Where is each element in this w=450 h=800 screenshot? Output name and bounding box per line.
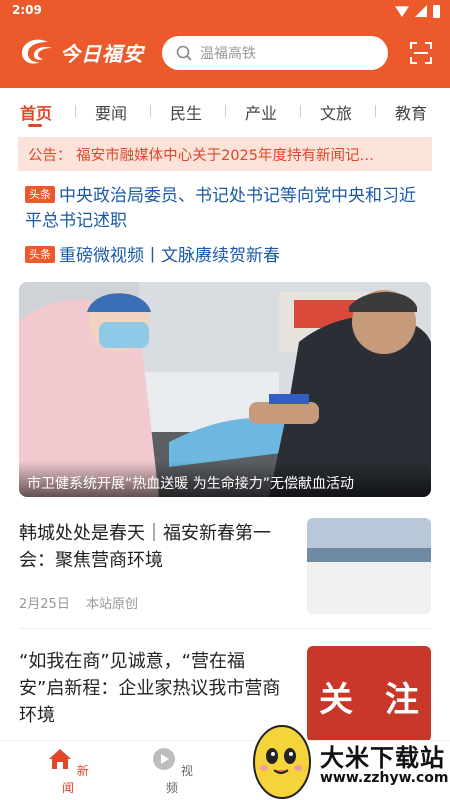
category-tabs: 首页 要闻 民生 产业 文旅 教育	[0, 88, 450, 134]
app-header: 2:09 今日福安 温福高铁	[0, 0, 450, 88]
tab-separator	[300, 105, 301, 117]
tab-education[interactable]: 教育	[395, 100, 427, 124]
signal-icon	[415, 5, 427, 17]
divider	[19, 628, 431, 629]
tab-industry[interactable]: 产业	[245, 100, 277, 124]
tab-active-indicator	[28, 124, 42, 127]
wifi-icon	[395, 6, 409, 17]
article-meta: 2月25日 本站原创	[19, 593, 138, 612]
headline-item[interactable]: 头条 中央政治局委员、书记处书记等向党中央和习近平总书记述职	[25, 184, 425, 234]
tab-separator	[225, 105, 226, 117]
headline-tag: 头条	[25, 246, 55, 263]
tab-separator	[75, 105, 76, 117]
tab-livelihood[interactable]: 民生	[170, 100, 202, 124]
article-thumbnail	[307, 518, 431, 614]
status-bar: 2:09	[0, 0, 450, 22]
tab-separator	[375, 105, 376, 117]
nav-news[interactable]: 新闻	[43, 747, 93, 796]
headline-tag: 头条	[25, 186, 55, 203]
hero-caption: 市卫健系统开展“热血送暖 为生命接力”无偿献血活动	[19, 461, 431, 497]
tab-home[interactable]: 首页	[20, 100, 52, 124]
battery-icon	[433, 4, 440, 18]
logo-swirl-icon	[22, 39, 52, 64]
announcement-text: 公告： 福安市融媒体中心关于2025年度持有新闻记…	[28, 147, 375, 164]
thumbnail-image	[307, 518, 431, 614]
watermark: 大米下载站 www.zzhyw.com	[246, 714, 450, 800]
logo-text: 今日福安	[60, 41, 144, 66]
announcement-bar[interactable]: 公告： 福安市融媒体中心关于2025年度持有新闻记…	[18, 137, 432, 171]
play-icon	[153, 748, 176, 770]
status-icons	[395, 4, 440, 18]
status-time: 2:09	[12, 3, 42, 17]
article-source: 本站原创	[85, 597, 138, 612]
search-placeholder: 温福高铁	[200, 46, 256, 62]
hero-banner[interactable]: 市卫健系统开展“热血送暖 为生命接力”无偿献血活动	[19, 282, 431, 497]
article-card[interactable]: 韩城处处是春天｜福安新春第一会：聚焦营商环境 2月25日 本站原创	[19, 518, 431, 618]
article-title: 韩城处处是春天｜福安新春第一会：聚焦营商环境	[19, 523, 271, 571]
headline-item[interactable]: 头条 重磅微视频丨文脉赓续贺新春	[25, 244, 425, 269]
search-box[interactable]: 温福高铁	[162, 36, 388, 70]
watermark-url: www.zzhyw.com	[320, 770, 449, 786]
headline-text: 重磅微视频丨文脉赓续贺新春	[59, 246, 280, 266]
article-date: 2月25日	[19, 597, 70, 612]
tab-culture-tourism[interactable]: 文旅	[320, 100, 352, 124]
search-icon	[176, 45, 192, 61]
scan-icon[interactable]	[410, 42, 432, 64]
tab-news[interactable]: 要闻	[95, 100, 127, 124]
home-icon	[49, 749, 72, 769]
headline-text: 中央政治局委员、书记处书记等向党中央和习近平总书记述职	[25, 186, 416, 231]
app-logo[interactable]: 今日福安	[18, 34, 144, 70]
mascot-icon	[253, 725, 311, 799]
watermark-name: 大米下载站	[320, 744, 445, 772]
tab-separator	[150, 105, 151, 117]
nav-video[interactable]: 视频	[147, 747, 197, 796]
